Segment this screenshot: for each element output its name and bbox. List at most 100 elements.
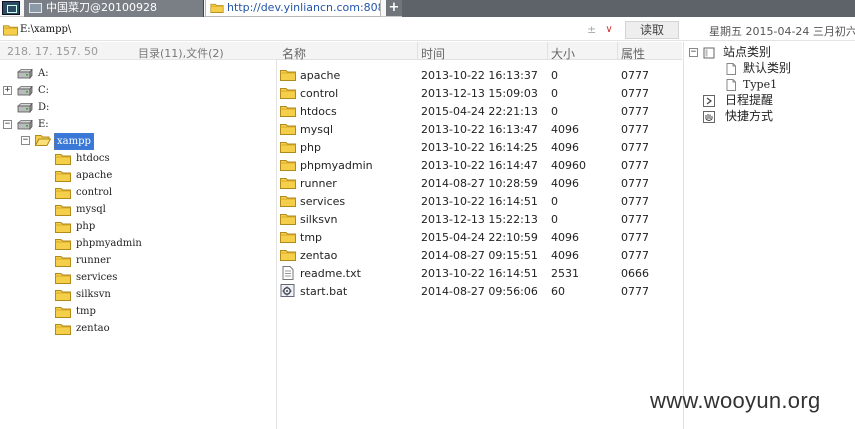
read-button[interactable]: 读取 <box>625 21 679 39</box>
collapse-icon[interactable]: − <box>3 120 12 129</box>
file-row[interactable]: zentao 2014-08-27 09:15:51 4096 0777 <box>277 246 682 264</box>
app-icon <box>2 1 20 15</box>
drive-icon <box>17 120 33 130</box>
file-name: zentao <box>300 249 338 262</box>
file-row[interactable]: runner 2014-08-27 10:28:59 4096 0777 <box>277 174 682 192</box>
folder-label: silksvn <box>76 289 111 300</box>
file-attr: 0777 <box>621 285 649 298</box>
file-list-header: 名称 时间 大小 属性 <box>277 42 682 62</box>
tree-folder-zentao[interactable]: zentao <box>0 321 160 337</box>
drive-icon <box>17 103 33 113</box>
path-input[interactable]: E:\xampp\ <box>20 24 71 35</box>
tree-folder-mysql[interactable]: mysql <box>0 202 160 218</box>
column-divider[interactable] <box>547 42 548 60</box>
selected-folder-label: xampp <box>54 133 94 150</box>
folder-icon <box>55 153 71 165</box>
file-row[interactable]: silksvn 2013-12-13 15:22:13 0 0777 <box>277 210 682 228</box>
type1-label: Type1 <box>743 78 778 91</box>
tree-folder-runner[interactable]: runner <box>0 253 160 269</box>
category-book-icon <box>703 47 715 59</box>
folder-label: apache <box>76 170 113 181</box>
file-time: 2015-04-24 22:10:59 <box>421 231 538 244</box>
file-attr: 0777 <box>621 213 649 226</box>
clock-icon <box>703 95 715 107</box>
drive-label: C: <box>38 85 50 96</box>
file-row[interactable]: php 2013-10-22 16:14:25 4096 0777 <box>277 138 682 156</box>
column-header-name[interactable]: 名称 <box>282 45 306 62</box>
batch-file-icon <box>280 284 296 298</box>
folder-icon <box>55 272 71 284</box>
file-row[interactable]: tmp 2015-04-24 22:10:59 4096 0777 <box>277 228 682 246</box>
tree-drive-e[interactable]: − E: <box>0 117 120 133</box>
folder-icon <box>280 140 296 154</box>
tab-chopper[interactable]: 中国菜刀@20100928 <box>24 0 204 17</box>
file-time: 2014-08-27 10:28:59 <box>421 177 538 190</box>
site-category-pane: − 站点类别 默认类别 Type1 日程提醒 快捷方式 <box>683 42 855 429</box>
column-header-time[interactable]: 时间 <box>421 45 445 62</box>
file-time: 2014-08-27 09:15:51 <box>421 249 538 262</box>
file-size: 4096 <box>551 231 579 244</box>
file-row[interactable]: apache 2013-10-22 16:13:37 0 0777 <box>277 66 682 84</box>
tree-drive-d[interactable]: D: <box>0 100 120 116</box>
file-name: tmp <box>300 231 323 244</box>
new-tab-button[interactable]: + <box>386 0 402 16</box>
tree-drive-a[interactable]: A: <box>0 66 120 82</box>
file-attr: 0666 <box>621 267 649 280</box>
file-name: phpmyadmin <box>300 159 373 172</box>
file-row[interactable]: start.bat 2014-08-27 09:56:06 60 0777 <box>277 282 682 300</box>
page-icon <box>725 63 737 75</box>
file-time: 2013-12-13 15:09:03 <box>421 87 538 100</box>
tree-folder-phpmyadmin[interactable]: phpmyadmin <box>0 236 160 252</box>
tree-folder-htdocs[interactable]: htdocs <box>0 151 160 167</box>
tree-drive-c[interactable]: + C: <box>0 83 120 99</box>
folder-label: php <box>76 221 96 232</box>
folder-label: zentao <box>76 323 110 334</box>
file-time: 2014-08-27 09:56:06 <box>421 285 538 298</box>
tree-folder-control[interactable]: control <box>0 185 160 201</box>
collapse-icon[interactable]: − <box>689 48 698 57</box>
file-row[interactable]: htdocs 2015-04-24 22:21:13 0 0777 <box>277 102 682 120</box>
expand-icon[interactable]: + <box>3 86 12 95</box>
file-size: 4096 <box>551 123 579 136</box>
column-divider[interactable] <box>417 42 418 60</box>
tree-folder-xampp[interactable]: − xampp <box>0 133 140 150</box>
chevron-down-icon[interactable]: ∨ <box>602 23 616 37</box>
tree-folder-apache[interactable]: apache <box>0 168 160 184</box>
file-name: services <box>300 195 346 208</box>
file-size: 40960 <box>551 159 586 172</box>
drive-icon <box>17 86 33 96</box>
file-row[interactable]: mysql 2013-10-22 16:13:47 4096 0777 <box>277 120 682 138</box>
column-divider[interactable] <box>617 42 618 60</box>
folder-label: mysql <box>76 204 106 215</box>
file-size: 0 <box>551 195 558 208</box>
file-row[interactable]: readme.txt 2013-10-22 16:14:51 2531 0666 <box>277 264 682 282</box>
folder-label: tmp <box>76 306 96 317</box>
file-size: 60 <box>551 285 565 298</box>
hand-icon <box>703 111 715 123</box>
collapse-icon[interactable]: − <box>21 136 30 145</box>
folder-icon <box>280 158 296 172</box>
folder-icon <box>55 255 71 267</box>
file-size: 4096 <box>551 177 579 190</box>
site-category-label: 站点类别 <box>723 45 772 59</box>
folder-icon <box>280 122 296 136</box>
tree-folder-tmp[interactable]: tmp <box>0 304 160 320</box>
column-header-attr[interactable]: 属性 <box>621 45 645 62</box>
plus-minus-icon[interactable]: ± <box>587 23 596 36</box>
file-attr: 0777 <box>621 177 649 190</box>
column-header-size[interactable]: 大小 <box>551 45 575 62</box>
file-row[interactable]: control 2013-12-13 15:09:03 0 0777 <box>277 84 682 102</box>
file-row[interactable]: services 2013-10-22 16:14:51 0 0777 <box>277 192 682 210</box>
file-size: 0 <box>551 69 558 82</box>
file-attr: 0777 <box>621 195 649 208</box>
file-row[interactable]: phpmyadmin 2013-10-22 16:14:47 40960 0777 <box>277 156 682 174</box>
tree-folder-php[interactable]: php <box>0 219 160 235</box>
file-name: control <box>300 87 339 100</box>
date-status: 星期五 2015-04-24 三月初六 <box>709 25 855 38</box>
tree-folder-services[interactable]: services <box>0 270 160 286</box>
folder-label: runner <box>76 255 111 266</box>
tab-site-url[interactable]: http://dev.yinliancn.com:808... <box>205 0 381 17</box>
schedule-label: 日程提醒 <box>725 93 774 107</box>
tree-folder-silksvn[interactable]: silksvn <box>0 287 160 303</box>
folder-icon <box>55 323 71 335</box>
